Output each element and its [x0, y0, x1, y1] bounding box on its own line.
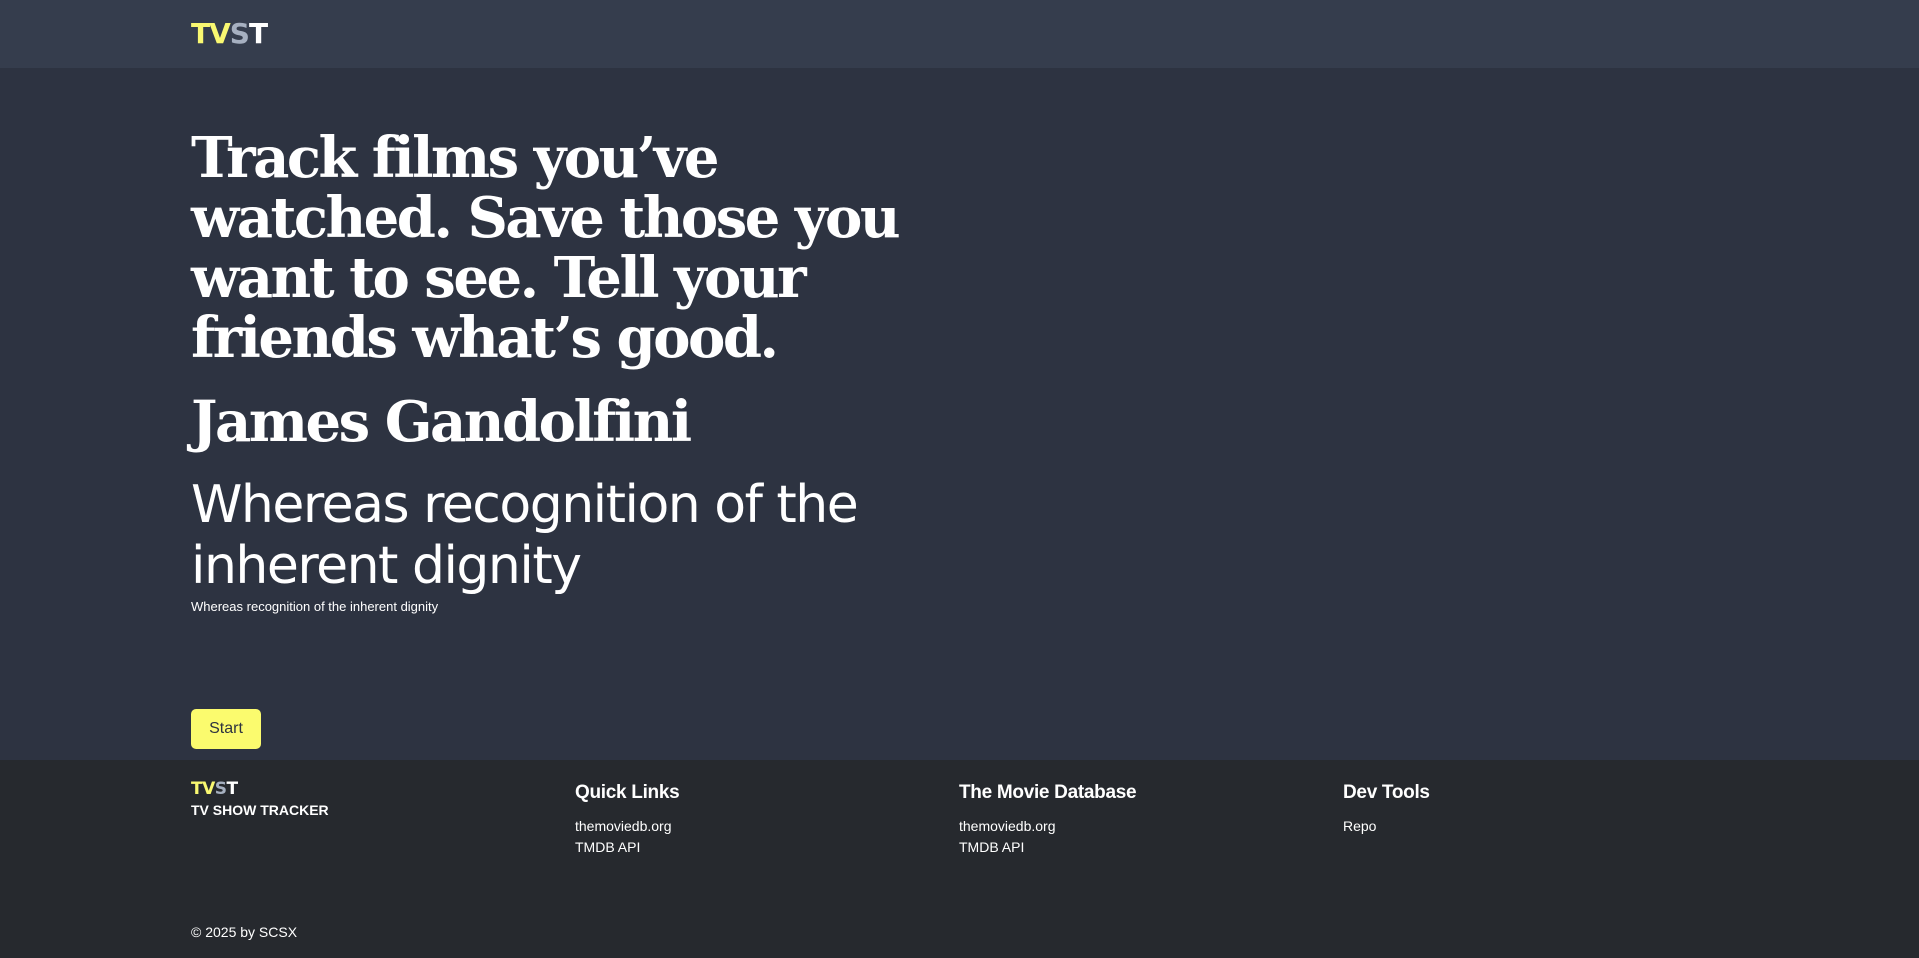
- footer-logo-s: S: [214, 779, 227, 799]
- footer-logo-t: T: [226, 779, 239, 799]
- start-button[interactable]: Start: [191, 709, 261, 749]
- hero-subtitle: Whereas recognition of the inherent dign…: [191, 475, 859, 596]
- footer-tmdb-title: The Movie Database: [959, 782, 1137, 803]
- footer-quick-links: Quick Links themoviedb.org TMDB API: [575, 781, 680, 858]
- hero-small-text: Whereas recognition of the inherent dign…: [191, 599, 439, 614]
- footer-dev-tools-title: Dev Tools: [1343, 782, 1430, 803]
- footer-tmdb-link-themoviedb[interactable]: themoviedb.org: [959, 816, 1136, 837]
- logo-s: S: [229, 17, 250, 50]
- footer-dev-tools: Dev Tools Repo: [1343, 781, 1430, 837]
- hero-author: James Gandolfini: [191, 389, 692, 455]
- logo-tv: TV: [191, 17, 231, 50]
- footer-quick-links-title: Quick Links: [575, 782, 680, 803]
- footer-link-themoviedb[interactable]: themoviedb.org: [575, 816, 679, 837]
- footer-tagline: TV SHOW TRACKER: [191, 802, 329, 818]
- footer-link-tmdb-api[interactable]: TMDB API: [575, 837, 679, 858]
- footer-link-repo[interactable]: Repo: [1343, 816, 1430, 837]
- footer-logo-tv: TV: [191, 779, 215, 799]
- site-header: TVST: [0, 0, 1919, 68]
- logo-t: T: [248, 17, 268, 50]
- site-logo[interactable]: TVST: [191, 17, 268, 51]
- footer-tmdb: The Movie Database themoviedb.org TMDB A…: [959, 781, 1137, 858]
- hero-headline: Track films you’ve watched. Save those y…: [191, 125, 901, 371]
- footer-tmdb-link-tmdb-api[interactable]: TMDB API: [959, 837, 1136, 858]
- footer-logo[interactable]: TVST: [191, 779, 238, 799]
- copyright: © 2025 by SCSX: [191, 924, 298, 940]
